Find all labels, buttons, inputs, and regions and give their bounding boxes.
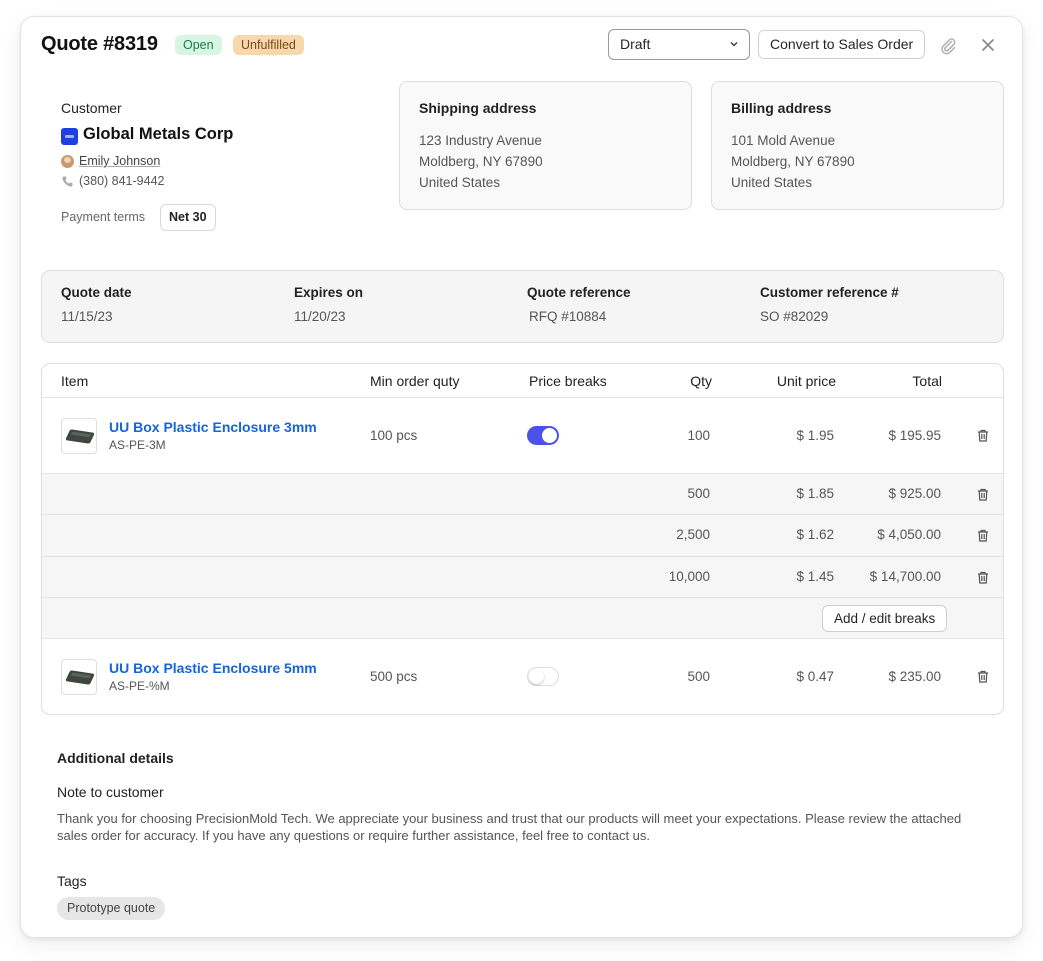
quote-modal: Quote #8319 Open Unfulfilled Draft Conve… (20, 16, 1023, 938)
column-header-item: Item (61, 373, 89, 389)
break-total-value: $ 14,700.00 (869, 569, 941, 584)
break-unit-price-value[interactable]: $ 1.45 (734, 569, 834, 584)
payment-terms-chip[interactable]: Net 30 (160, 204, 216, 231)
total-value: $ 235.00 (888, 669, 941, 684)
quote-date-field[interactable]: Quote date 11/15/23 (61, 285, 132, 324)
tags-label: Tags (57, 873, 87, 889)
break-qty-value[interactable]: 10,000 (642, 569, 710, 584)
total-value: $ 195.95 (888, 428, 941, 443)
divider (42, 638, 1003, 639)
close-icon[interactable] (978, 35, 998, 55)
shipping-address-line: 123 Industry Avenue (419, 133, 542, 148)
contact-phone: (380) 841-9442 (79, 174, 165, 188)
note-to-customer-label: Note to customer (57, 784, 164, 800)
trash-icon[interactable] (977, 670, 989, 683)
min-order-qty: 100 pcs (370, 428, 418, 443)
qty-value[interactable]: 500 (642, 669, 710, 684)
customer-reference-field[interactable]: Customer reference # SO #82029 (760, 285, 899, 324)
shipping-address-card[interactable]: Shipping address 123 Industry Avenue Mol… (399, 81, 692, 210)
shipping-address-line: United States (419, 175, 501, 190)
price-breaks-toggle[interactable] (527, 426, 559, 445)
unit-price-value[interactable]: $ 1.95 (734, 428, 834, 443)
phone-icon (62, 176, 73, 187)
status-badge: Open (175, 35, 222, 55)
price-breaks-toggle[interactable] (527, 667, 559, 686)
divider (42, 473, 1003, 474)
column-header-total: Total (912, 373, 942, 389)
unit-price-value[interactable]: $ 0.47 (734, 669, 834, 684)
trash-icon[interactable] (977, 488, 989, 501)
avatar (61, 155, 74, 168)
contact-name-link[interactable]: Emily Johnson (79, 154, 160, 168)
column-header-qty: Qty (690, 373, 712, 389)
break-qty-value[interactable]: 500 (642, 486, 710, 501)
expires-on-value: 11/20/23 (294, 309, 346, 324)
customer-logo (61, 128, 78, 145)
column-header-unit-price: Unit price (776, 373, 836, 389)
divider (42, 597, 1003, 598)
column-header-price-breaks: Price breaks (529, 373, 607, 389)
quote-date-label: Quote date (61, 285, 132, 300)
product-thumbnail (61, 418, 97, 454)
break-total-value: $ 4,050.00 (877, 527, 941, 542)
product-sku: AS-PE-%M (109, 679, 170, 693)
product-name-link[interactable]: UU Box Plastic Enclosure 5mm (109, 660, 317, 676)
billing-address-line: 101 Mold Avenue (731, 133, 836, 148)
quote-date-value: 11/15/23 (61, 309, 113, 324)
shipping-address-heading: Shipping address (419, 100, 537, 116)
customer-reference-label: Customer reference # (760, 285, 899, 300)
customer-label: Customer (61, 100, 122, 116)
trash-icon[interactable] (977, 571, 989, 584)
product-sku: AS-PE-3M (109, 438, 166, 452)
add-edit-breaks-button[interactable]: Add / edit breaks (822, 605, 948, 632)
chevron-down-icon (730, 42, 738, 47)
payment-terms-label: Payment terms (61, 210, 146, 224)
qty-value[interactable]: 100 (642, 428, 710, 443)
convert-to-sales-order-button[interactable]: Convert to Sales Order (758, 30, 926, 59)
expires-on-label: Expires on (294, 285, 364, 300)
quote-reference-value: RFQ #10884 (529, 309, 607, 324)
billing-address-line: United States (731, 175, 813, 190)
line-items-table: Item Min order quty Price breaks Qty Uni… (41, 363, 1004, 715)
status-select[interactable]: Draft (608, 29, 750, 60)
paperclip-icon[interactable] (938, 35, 958, 55)
billing-address-line: Moldberg, NY 67890 (731, 154, 855, 169)
tag-chip[interactable]: Prototype quote (57, 897, 166, 920)
divider (42, 397, 1003, 398)
quote-reference-field[interactable]: Quote reference RFQ #10884 (527, 285, 631, 324)
break-unit-price-value[interactable]: $ 1.62 (734, 527, 834, 542)
quote-meta-bar: Quote date 11/15/23 Expires on 11/20/23 … (41, 270, 1004, 343)
product-name-link[interactable]: UU Box Plastic Enclosure 3mm (109, 419, 317, 435)
divider (42, 514, 1003, 515)
trash-icon[interactable] (977, 529, 989, 542)
additional-details-heading: Additional details (57, 750, 174, 766)
column-header-min-order: Min order quty (370, 373, 460, 389)
note-to-customer-text[interactable]: Thank you for choosing PrecisionMold Tec… (57, 810, 987, 844)
billing-address-heading: Billing address (731, 100, 832, 116)
shipping-address-line: Moldberg, NY 67890 (419, 154, 543, 169)
status-select-value: Draft (620, 36, 651, 52)
product-thumbnail (61, 659, 97, 695)
customer-name[interactable]: Global Metals Corp (83, 125, 233, 144)
min-order-qty: 500 pcs (370, 669, 418, 684)
break-unit-price-value[interactable]: $ 1.85 (734, 486, 834, 501)
break-total-value: $ 925.00 (888, 486, 941, 501)
billing-address-card[interactable]: Billing address 101 Mold Avenue Moldberg… (711, 81, 1004, 210)
trash-icon[interactable] (977, 429, 989, 442)
customer-reference-value: SO #82029 (760, 309, 829, 324)
expires-on-field[interactable]: Expires on 11/20/23 (294, 285, 363, 324)
fulfillment-badge: Unfulfilled (233, 35, 304, 55)
divider (42, 556, 1003, 557)
quote-reference-label: Quote reference (527, 285, 631, 300)
break-qty-value[interactable]: 2,500 (642, 527, 710, 542)
page-title: Quote #8319 (41, 33, 158, 55)
